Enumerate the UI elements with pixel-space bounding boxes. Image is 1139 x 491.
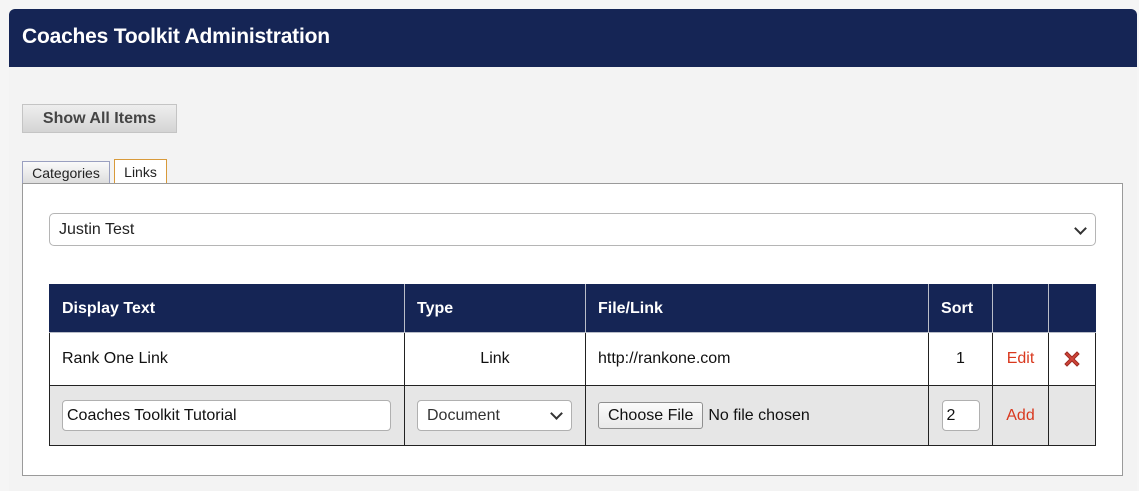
cell-file-link: http://rankone.com xyxy=(584,332,930,386)
tab-categories[interactable]: Categories xyxy=(22,161,110,184)
type-select-value: Document xyxy=(426,407,500,424)
cell-display-text: Rank One Link xyxy=(49,332,405,386)
table-header-row: Display Text Type File/Link Sort xyxy=(49,284,1097,333)
cell-new-display-text: Coaches Toolkit Tutorial xyxy=(49,385,405,446)
tab-links[interactable]: Links xyxy=(114,159,167,185)
chevron-down-icon xyxy=(550,407,563,420)
cell-empty xyxy=(1047,385,1097,446)
cell-new-type: Document xyxy=(403,385,586,446)
add-link[interactable]: Add xyxy=(1006,407,1034,424)
links-table: Display Text Type File/Link Sort Rank On… xyxy=(49,284,1097,446)
type-select[interactable]: Document xyxy=(416,400,572,431)
display-text-input[interactable]: Coaches Toolkit Tutorial xyxy=(62,400,391,431)
column-header-file-link: File/Link xyxy=(584,284,930,333)
column-header-type: Type xyxy=(403,284,586,333)
choose-file-button[interactable]: Choose File xyxy=(597,402,704,429)
category-select[interactable]: Justin Test xyxy=(49,213,1096,246)
cell-new-file: Choose File No file chosen xyxy=(584,385,930,446)
delete-x-icon[interactable] xyxy=(1061,348,1083,370)
category-select-value: Justin Test xyxy=(59,221,135,238)
cell-new-sort: 2 xyxy=(928,385,993,446)
cell-add: Add xyxy=(992,385,1049,446)
table-row: Rank One Link Link http://rankone.com 1 … xyxy=(49,332,1097,386)
cell-sort: 1 xyxy=(928,332,993,386)
cell-edit: Edit xyxy=(992,332,1049,386)
page-title: Coaches Toolkit Administration xyxy=(22,25,330,48)
edit-link[interactable]: Edit xyxy=(1007,350,1035,367)
chevron-down-icon xyxy=(1074,222,1087,235)
file-status-text: No file chosen xyxy=(708,406,810,424)
cell-delete xyxy=(1047,332,1097,386)
show-all-items-button[interactable]: Show All Items xyxy=(22,104,177,133)
cell-type: Link xyxy=(403,332,586,386)
column-header-delete xyxy=(1047,284,1097,333)
sort-input[interactable]: 2 xyxy=(941,400,980,431)
column-header-sort: Sort xyxy=(928,284,993,333)
new-link-row: Coaches Toolkit Tutorial Document Choose… xyxy=(49,385,1097,446)
column-header-edit xyxy=(992,284,1049,333)
column-header-display-text: Display Text xyxy=(49,284,405,333)
page-header: Coaches Toolkit Administration xyxy=(9,9,1137,67)
